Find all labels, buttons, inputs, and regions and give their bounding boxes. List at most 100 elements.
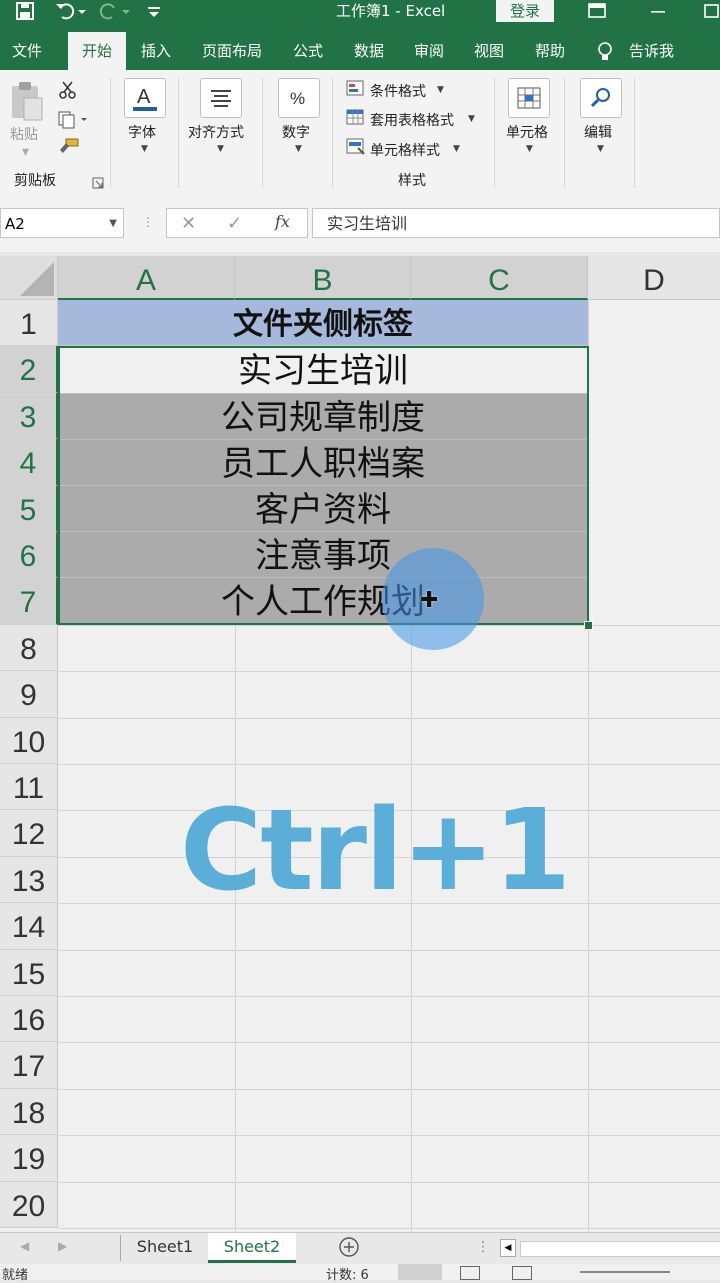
page-break-view-icon[interactable]: [512, 1266, 532, 1280]
tab-home[interactable]: 开始: [68, 32, 127, 70]
tab-formulas[interactable]: 公式: [293, 32, 323, 70]
cell-styles-icon[interactable]: [346, 138, 366, 160]
editing-arrow[interactable]: ▼: [597, 144, 604, 154]
font-arrow[interactable]: ▼: [141, 144, 148, 154]
spreadsheet-grid[interactable]: A B C D 1 2 3 4 5 6 7 8 9 10 11 12 13 14 15 16 17 18 19 20 …: [0, 256, 720, 1232]
row-header-13[interactable]: 13: [0, 856, 58, 904]
restore-icon[interactable]: [704, 0, 720, 24]
zoom-slider[interactable]: [580, 1271, 670, 1273]
row-header-20[interactable]: 20: [0, 1181, 58, 1228]
row-header-2[interactable]: 2: [0, 346, 58, 393]
column-header-b[interactable]: B: [235, 256, 411, 300]
add-sheet-icon[interactable]: [338, 1236, 360, 1262]
more-icon: ⋮: [142, 215, 154, 229]
format-table-button[interactable]: 套用表格格式: [370, 110, 454, 130]
font-icon[interactable]: A: [124, 78, 166, 118]
scroll-left-icon[interactable]: ◀: [500, 1239, 516, 1257]
cond-arrow: ▼: [437, 85, 444, 95]
normal-view-icon[interactable]: [398, 1264, 442, 1280]
row-header-17[interactable]: 17: [0, 1042, 58, 1089]
tell-me-search[interactable]: 告诉我: [629, 32, 674, 70]
row-header-4[interactable]: 4: [0, 439, 58, 486]
format-painter-icon[interactable]: [58, 138, 80, 162]
number-arrow[interactable]: ▼: [295, 144, 302, 154]
cells-icon[interactable]: [508, 78, 550, 118]
align-arrow[interactable]: ▼: [217, 144, 224, 154]
cells-group-label[interactable]: 单元格: [506, 122, 548, 142]
conditional-format-button[interactable]: 条件格式: [370, 81, 426, 101]
tab-help[interactable]: 帮助: [535, 32, 565, 70]
percent-icon[interactable]: %: [278, 78, 320, 118]
page-layout-view-icon[interactable]: [460, 1266, 480, 1280]
column-header-d[interactable]: D: [588, 256, 720, 300]
row-header-14[interactable]: 14: [0, 903, 58, 950]
row-header-11[interactable]: 11: [0, 764, 58, 811]
prev-sheet-icon[interactable]: ◀: [20, 1239, 29, 1253]
row-header-6[interactable]: 6: [0, 532, 58, 579]
cells-arrow[interactable]: ▼: [526, 144, 533, 154]
header-cell[interactable]: 文件夹侧标签: [58, 300, 588, 346]
search-icon[interactable]: [580, 78, 622, 118]
save-icon[interactable]: [14, 0, 36, 24]
more-icon: ⋮: [476, 1239, 490, 1255]
align-group-label[interactable]: 对齐方式: [188, 122, 244, 142]
undo-icon[interactable]: [54, 0, 90, 24]
dialog-launcher-icon[interactable]: [92, 174, 104, 193]
gridline: [58, 1181, 720, 1183]
fill-handle[interactable]: [584, 621, 593, 630]
paste-arrow[interactable]: ▾: [22, 144, 29, 160]
confirm-icon[interactable]: ✓: [227, 213, 242, 234]
number-group-label[interactable]: 数字: [282, 122, 310, 142]
tab-insert[interactable]: 插入: [141, 32, 171, 70]
row-header-12[interactable]: 12: [0, 810, 58, 857]
name-box-arrow[interactable]: ▼: [109, 209, 117, 239]
paste-icon[interactable]: [8, 80, 44, 124]
paste-button-label[interactable]: 粘贴: [10, 124, 38, 144]
font-group-label[interactable]: 字体: [128, 122, 156, 142]
row-header-8[interactable]: 8: [0, 624, 58, 672]
name-box[interactable]: A2 ▼: [0, 208, 124, 238]
select-all-corner[interactable]: [0, 256, 58, 300]
cell-styles-button[interactable]: 单元格样式: [370, 140, 440, 160]
column-header-c[interactable]: C: [411, 256, 588, 300]
sheet-tab-sheet1[interactable]: Sheet1: [122, 1233, 208, 1263]
minimize-icon[interactable]: [650, 0, 666, 24]
cancel-icon[interactable]: ✕: [181, 213, 196, 234]
sheet-tab-sheet2[interactable]: Sheet2: [208, 1233, 296, 1263]
column-header-a[interactable]: A: [58, 256, 235, 300]
customize-qa-icon[interactable]: [146, 0, 162, 24]
row-header-3[interactable]: 3: [0, 392, 58, 440]
row-header-7[interactable]: 7: [0, 578, 58, 625]
row-header-19[interactable]: 19: [0, 1135, 58, 1182]
horizontal-scrollbar[interactable]: [520, 1241, 720, 1257]
login-button[interactable]: 登录: [496, 0, 554, 22]
row-header-16[interactable]: 16: [0, 996, 58, 1043]
ribbon-display-icon[interactable]: [588, 0, 606, 24]
tab-view[interactable]: 视图: [474, 32, 504, 70]
tab-page-layout[interactable]: 页面布局: [202, 32, 262, 70]
editing-group-label[interactable]: 编辑: [584, 122, 612, 142]
row-header-5[interactable]: 5: [0, 485, 58, 532]
row-header-18[interactable]: 18: [0, 1088, 58, 1136]
formula-input[interactable]: 实习生培训: [312, 208, 720, 238]
status-ready: 就绪: [2, 1268, 29, 1283]
svg-text:%: %: [290, 89, 305, 108]
conditional-format-icon[interactable]: [346, 80, 366, 102]
row-header-9[interactable]: 9: [0, 671, 58, 718]
next-sheet-icon[interactable]: ▶: [58, 1239, 67, 1253]
insert-function-icon[interactable]: fx: [275, 212, 290, 231]
format-table-icon[interactable]: [346, 109, 366, 131]
tab-review[interactable]: 审阅: [414, 32, 444, 70]
align-icon[interactable]: [200, 78, 242, 118]
copy-icon[interactable]: [58, 110, 88, 134]
row-header-15[interactable]: 15: [0, 949, 58, 996]
formula-buttons: ✕ ✓ fx: [166, 208, 308, 238]
ribbon: 粘贴 ▾ 剪贴板 A 字体 ▼ 对齐方式 ▼ % 数字 ▼ 条件格式 ▼ 套用表…: [0, 70, 720, 201]
status-bar: 就绪 计数: 6: [0, 1264, 720, 1283]
tab-file[interactable]: 文件: [12, 32, 42, 70]
redo-icon[interactable]: [98, 0, 134, 24]
cut-icon[interactable]: [58, 80, 78, 104]
row-header-1[interactable]: 1: [0, 300, 58, 347]
tab-data[interactable]: 数据: [354, 32, 384, 70]
row-header-10[interactable]: 10: [0, 717, 58, 764]
